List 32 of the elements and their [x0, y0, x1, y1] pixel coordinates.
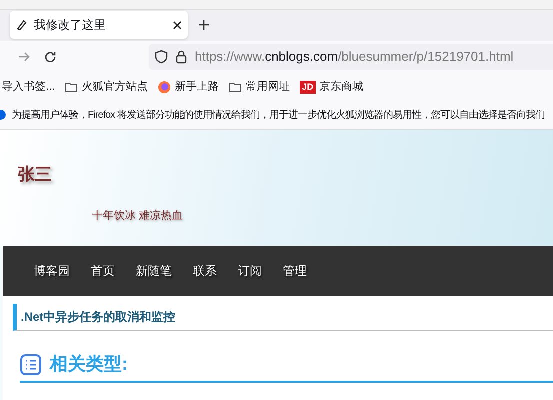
new-tab-icon[interactable]: [198, 19, 210, 31]
nav-link[interactable]: 博客园: [34, 262, 70, 280]
blog-title[interactable]: 张三: [18, 162, 52, 188]
nav-link[interactable]: 管理: [283, 262, 307, 280]
close-icon[interactable]: [173, 20, 182, 30]
lock-icon: [176, 50, 187, 64]
bookmark-item[interactable]: 新手上路: [158, 78, 220, 96]
browser-tab[interactable]: 我修改了这里: [10, 11, 188, 39]
nav-link[interactable]: 新随笔: [136, 262, 172, 280]
folder-icon: [65, 82, 78, 92]
post-title[interactable]: .Net中异步任务的取消和监控: [21, 308, 176, 326]
folder-icon: [229, 82, 242, 92]
nav-link[interactable]: 联系: [193, 262, 217, 280]
bookmark-item[interactable]: 火狐官方站点: [65, 78, 148, 96]
store-logo-icon: JD: [300, 80, 316, 94]
section-heading: 相关类型:: [50, 353, 128, 376]
notification-text: 为提高用户体验，Firefox 将发送部分功能的使用情况给我们，用于进一步优化火狐浏览器的易用性，您可以自由选择是否向我们: [12, 108, 545, 122]
blog-subtitle: 十年饮冰 难凉热血: [92, 208, 184, 224]
bookmark-item[interactable]: JD 京东商城: [300, 78, 364, 96]
nav-link[interactable]: 订阅: [238, 262, 262, 280]
bookmark-item[interactable]: 常用网址: [229, 78, 290, 96]
url-text: https://www.cnblogs.com/bluesummer/p/15219701.html: [195, 48, 514, 66]
shield-icon: [155, 50, 168, 64]
nav-link[interactable]: 首页: [91, 262, 115, 280]
reload-icon[interactable]: [44, 50, 57, 64]
pen-icon: [16, 19, 28, 31]
tab-title: 我修改了这里: [34, 17, 107, 34]
browser-logo-icon: [158, 80, 172, 94]
bookmark-item[interactable]: 导入书签...: [2, 78, 56, 96]
address-bar[interactable]: https://www.cnblogs.com/bluesummer/p/15219701.html: [149, 44, 553, 70]
forward-icon[interactable]: [18, 51, 30, 63]
list-icon: [20, 354, 42, 376]
